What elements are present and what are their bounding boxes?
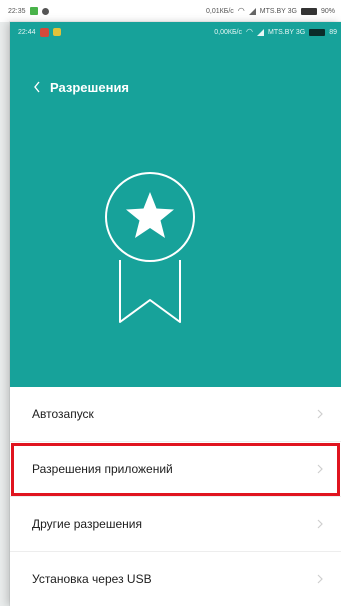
chevron-right-icon (317, 463, 327, 475)
title-bar: Разрешения (10, 72, 341, 102)
signal-icon (248, 7, 256, 15)
menu-item-app-permissions[interactable]: Разрешения приложений (10, 442, 341, 497)
app-notification-icon (52, 28, 61, 36)
menu-item-label: Другие разрешения (32, 517, 142, 531)
permissions-menu: Автозапуск Разрешения приложений Другие … (10, 387, 341, 606)
app-notification-icon (39, 27, 49, 37)
outer-net-speed: 0,01КБ/с (206, 7, 234, 15)
menu-item-label: Автозапуск (32, 407, 94, 421)
menu-item-autostart[interactable]: Автозапуск (10, 387, 341, 442)
wifi-icon: ◠ (246, 27, 253, 36)
inner-status-bar: 22:44 0,00КБ/с ◠ MTS.BY 3G 89 (10, 22, 341, 42)
back-button[interactable] (24, 72, 50, 102)
chevron-right-icon (317, 573, 327, 585)
menu-item-label: Установка через USB (32, 572, 152, 586)
outer-status-time: 22:35 (8, 7, 26, 15)
header-panel: 22:44 0,00КБ/с ◠ MTS.BY 3G 89 Разрешения (10, 22, 341, 387)
signal-icon (256, 28, 264, 36)
page-title: Разрешения (50, 79, 130, 95)
permissions-screen: 22:44 0,00КБ/с ◠ MTS.BY 3G 89 Разрешения (10, 22, 341, 606)
app-notification-icon (29, 7, 38, 15)
battery-icon (300, 7, 317, 15)
outer-status-bar: 22:35 0,01КБ/с ◠ MTS.BY 3G 90% (0, 0, 341, 22)
notification-icon (41, 7, 49, 15)
outer-carrier: MTS.BY 3G (259, 7, 297, 15)
menu-item-label: Разрешения приложений (32, 462, 173, 476)
chevron-right-icon (317, 408, 327, 420)
menu-item-usb-install[interactable]: Установка через USB (10, 552, 341, 606)
battery-icon (309, 28, 326, 36)
inner-carrier: MTS.BY 3G (267, 28, 306, 36)
chevron-right-icon (317, 518, 327, 530)
menu-item-other-permissions[interactable]: Другие разрешения (10, 497, 341, 552)
inner-status-time: 22:44 (18, 28, 36, 36)
wifi-icon: ◠ (237, 6, 245, 15)
inner-net-speed: 0,00КБ/с (214, 28, 242, 36)
star-badge-icon (105, 172, 195, 323)
inner-battery-level: 89 (329, 28, 337, 36)
outer-battery-level: 90% (320, 7, 335, 15)
chevron-left-icon (34, 81, 40, 93)
